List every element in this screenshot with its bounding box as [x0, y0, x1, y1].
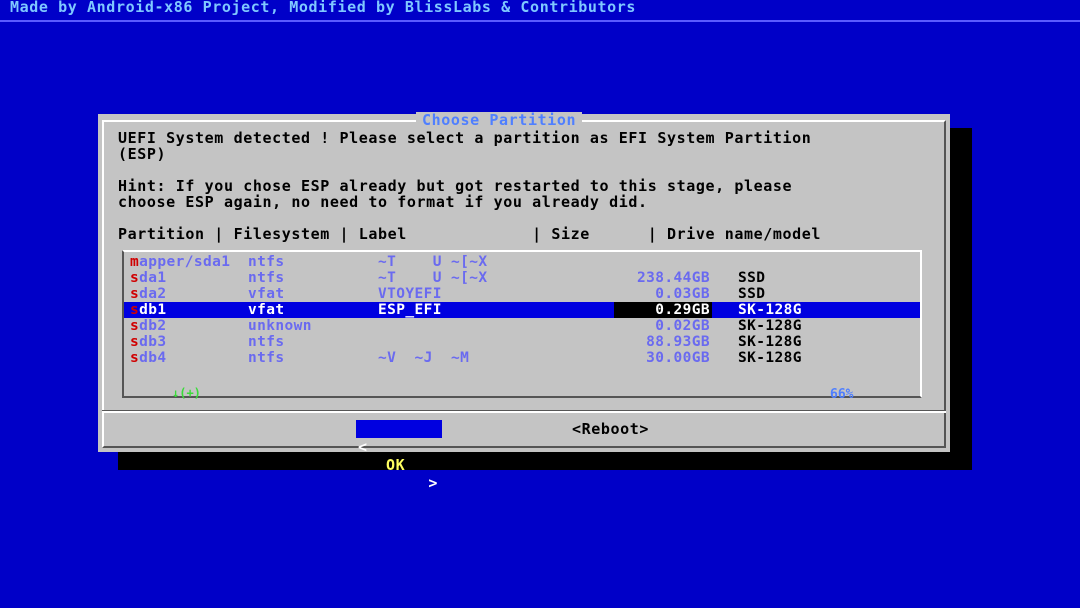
partition-row[interactable]: sdb3 ntfs 88.93GB SK-128G — [124, 334, 920, 350]
partition-row[interactable]: sda2 vfat VTOYEFI 0.03GB SSD — [124, 286, 920, 302]
filesystem: ntfs — [248, 270, 285, 286]
filesystem: ntfs — [248, 254, 285, 270]
partition-size: 238.44GB — [636, 270, 710, 286]
partition-hotkey: s — [130, 334, 140, 350]
partition-label: ~T U ~[~X — [378, 270, 488, 286]
partition-name: sdb4 — [130, 350, 167, 366]
partition-label: ~T U ~[~X — [378, 254, 488, 270]
top-divider — [0, 20, 1080, 22]
button-separator — [102, 410, 946, 413]
partition-label: ESP_EFI — [378, 302, 442, 318]
scroll-percent: 66% — [830, 387, 854, 402]
filesystem: vfat — [248, 302, 285, 318]
ok-button[interactable]: < OK > — [356, 420, 442, 492]
filesystem: ntfs — [248, 350, 285, 366]
partition-label: ~V ~J ~M — [378, 350, 470, 366]
partition-hotkey: s — [130, 318, 140, 334]
reboot-button[interactable]: <Reboot> — [572, 420, 649, 438]
filesystem: ntfs — [248, 334, 285, 350]
partition-size: 0.02GB — [655, 318, 710, 334]
partition-hotkey: s — [130, 270, 140, 286]
table-header: Partition | Filesystem | Label | Size | … — [118, 225, 822, 243]
drive-model: SK-128G — [738, 302, 802, 318]
partition-name-rest: db2 — [139, 318, 167, 334]
dialog-message: UEFI System detected ! Please select a p… — [118, 129, 812, 163]
partition-name-rest: db3 — [139, 334, 167, 350]
partition-hotkey: s — [130, 302, 140, 318]
drive-model: SK-128G — [738, 350, 802, 366]
partition-name: sda2 — [130, 286, 167, 302]
dialog-hint: Hint: If you chose ESP already but got r… — [118, 177, 793, 211]
partition-size: 0.03GB — [655, 286, 710, 302]
dialog-title: Choose Partition — [416, 112, 583, 128]
partition-label: VTOYEFI — [378, 286, 442, 302]
partition-size: 30.00GB — [646, 350, 710, 366]
partition-hotkey: m — [130, 254, 140, 270]
partition-size: 88.93GB — [646, 334, 710, 350]
partition-name: sda1 — [130, 270, 167, 286]
choose-partition-dialog: Choose Partition UEFI System detected ! … — [98, 112, 950, 492]
partition-name-rest: apper/sda1 — [139, 254, 231, 270]
partition-row[interactable]: sda1 ntfs ~T U ~[~X 238.44GB SSD — [124, 270, 920, 286]
partition-size: 0.29GB — [655, 302, 710, 318]
partition-hotkey: s — [130, 350, 140, 366]
filesystem: vfat — [248, 286, 285, 302]
filesystem: unknown — [248, 318, 312, 334]
partition-name-rest: db4 — [139, 350, 167, 366]
partition-list[interactable]: mapper/sda1 ntfs ~T U ~[~X sda1 ntfs ~T U ~[~… — [122, 250, 922, 398]
scroll-indicator: ↓(+) — [172, 386, 201, 400]
back-title: Made by Android-x86 Project, Modified by… — [10, 0, 636, 16]
drive-model: SSD — [738, 286, 766, 302]
ok-left-bracket: < — [358, 438, 368, 456]
partition-name-rest: da1 — [139, 270, 167, 286]
drive-model: SK-128G — [738, 318, 802, 334]
drive-model: SSD — [738, 270, 766, 286]
partition-row[interactable]: mapper/sda1 ntfs ~T U ~[~X — [124, 254, 920, 270]
partition-row[interactable]: sdb2 unknown 0.02GB SK-128G — [124, 318, 920, 334]
partition-row[interactable]: sdb1 vfat ESP_EFI 0.29GB SK-128G — [124, 302, 920, 318]
partition-name-rest: da2 — [139, 286, 167, 302]
partition-name: sdb1 — [130, 302, 167, 318]
partition-name: sdb3 — [130, 334, 167, 350]
ok-right-bracket: > — [428, 474, 438, 492]
partition-name: mapper/sda1 — [130, 254, 230, 270]
ok-label: OK — [386, 456, 406, 474]
partition-hotkey: s — [130, 286, 140, 302]
partition-row[interactable]: sdb4 ntfs ~V ~J ~M 30.00GB SK-128G — [124, 350, 920, 366]
drive-model: SK-128G — [738, 334, 802, 350]
partition-name: sdb2 — [130, 318, 167, 334]
partition-name-rest: db1 — [139, 302, 167, 318]
